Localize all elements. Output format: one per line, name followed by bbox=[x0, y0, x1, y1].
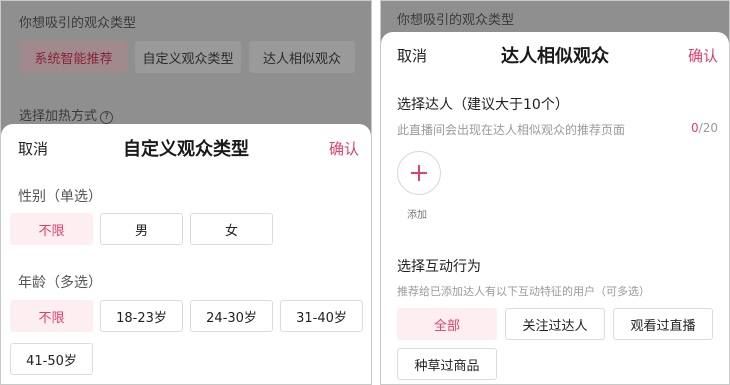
select-creator-hint: 此直播间会出现在达人相似观众的推荐页面 bbox=[397, 123, 626, 137]
background-chip-system-recommend: 系统智能推荐 bbox=[20, 41, 127, 73]
sheet-title: 自定义观众类型 bbox=[123, 139, 249, 160]
interaction-hint: 推荐给已添加达人有以下互动特征的用户（可多选） bbox=[397, 285, 650, 298]
sheet-title: 达人相似观众 bbox=[501, 46, 609, 67]
background-heat-method-label: 选择加热方式? bbox=[19, 105, 114, 124]
background-chip-similar-audience: 达人相似观众 bbox=[249, 41, 355, 73]
gender-section-label: 性别（单选） bbox=[18, 189, 102, 205]
plus-icon bbox=[411, 165, 427, 181]
age-option-31-40[interactable]: 31-40岁 bbox=[280, 300, 363, 332]
age-option-24-30[interactable]: 24-30岁 bbox=[190, 300, 273, 332]
age-option-41-50[interactable]: 41-50岁 bbox=[10, 343, 93, 375]
age-option-18-23[interactable]: 18-23岁 bbox=[100, 300, 183, 332]
confirm-button[interactable]: 确认 bbox=[329, 138, 359, 159]
age-option-any[interactable]: 不限 bbox=[10, 300, 93, 332]
background-section-title: 你想吸引的观众类型 bbox=[397, 13, 515, 28]
interaction-option-watched-live[interactable]: 观看过直播 bbox=[613, 308, 713, 340]
gender-option-any[interactable]: 不限 bbox=[10, 213, 93, 245]
interaction-option-all[interactable]: 全部 bbox=[397, 308, 497, 340]
left-screen: 你想吸引的观众类型 系统智能推荐 自定义观众类型 达人相似观众 选择加热方式? … bbox=[0, 0, 372, 385]
confirm-button[interactable]: 确认 bbox=[688, 45, 718, 66]
sheet-header: 取消 达人相似观众 确认 bbox=[381, 32, 729, 78]
gender-option-female[interactable]: 女 bbox=[190, 213, 273, 245]
interaction-option-followed[interactable]: 关注过达人 bbox=[505, 308, 605, 340]
custom-audience-sheet: 取消 自定义观众类型 确认 性别（单选） 不限 男 女 年龄（多选） 不限 18… bbox=[1, 124, 371, 384]
interaction-label: 选择互动行为 bbox=[397, 259, 481, 275]
age-section-label: 年龄（多选） bbox=[18, 275, 102, 291]
cancel-button[interactable]: 取消 bbox=[18, 138, 48, 159]
cancel-button[interactable]: 取消 bbox=[397, 45, 427, 66]
creator-counter: 0/20 bbox=[691, 121, 718, 135]
select-creator-label: 选择达人（建议大于10个） bbox=[397, 97, 569, 113]
sheet-header: 取消 自定义观众类型 确认 bbox=[1, 124, 371, 170]
add-creator-button[interactable] bbox=[397, 151, 441, 195]
add-creator-label: 添加 bbox=[407, 210, 427, 221]
heat-method-text: 选择加热方式 bbox=[19, 109, 98, 124]
right-screen: 你想吸引的观众类型 取消 达人相似观众 确认 选择达人（建议大于10个） 此直播… bbox=[380, 0, 730, 385]
interaction-option-seeded-product[interactable]: 种草过商品 bbox=[397, 348, 497, 380]
background-chip-custom-audience: 自定义观众类型 bbox=[135, 41, 241, 73]
creator-max: 20 bbox=[702, 121, 718, 135]
help-circle-icon: ? bbox=[100, 111, 114, 124]
creator-count: 0 bbox=[691, 121, 699, 135]
similar-audience-sheet: 取消 达人相似观众 确认 选择达人（建议大于10个） 此直播间会出现在达人相似观… bbox=[381, 32, 729, 384]
background-section-title: 你想吸引的观众类型 bbox=[19, 16, 137, 31]
gender-option-male[interactable]: 男 bbox=[100, 213, 183, 245]
